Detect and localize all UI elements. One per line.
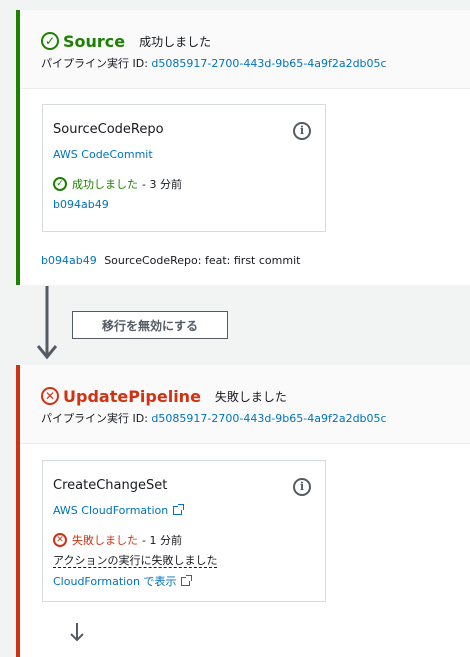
external-link-icon	[173, 504, 185, 515]
source-stage-header: ✓ Source 成功しました パイプライン実行 ID: d5085917-27…	[20, 10, 470, 89]
commit-message: SourceCodeRepo: feat: first commit	[104, 254, 301, 267]
action-status[interactable]: 失敗しました	[72, 532, 138, 548]
action-card-sourcecoderepo: SourceCodeRepo i AWS CodeCommit ✓ 成功しました…	[42, 104, 326, 232]
execution-id-row: パイプライン実行 ID: d5085917-2700-443d-9b65-4a9…	[41, 55, 470, 71]
commit-row: b094ab49 SourceCodeRepo: feat: first com…	[41, 254, 300, 267]
view-link-label: CloudFormation で表示	[53, 575, 177, 588]
transition-arrow-icon	[37, 286, 57, 360]
info-icon[interactable]: i	[293, 478, 311, 496]
action-time: - 3 分前	[142, 178, 182, 191]
action-error-message[interactable]: アクションの実行に失敗しました	[53, 552, 218, 568]
stage-status: 成功しました	[139, 34, 212, 49]
external-link-icon	[181, 575, 193, 586]
action-name: SourceCodeRepo	[53, 122, 164, 137]
execution-id-label: パイプライン実行 ID:	[41, 57, 148, 70]
action-card-createchangeset: CreateChangeSet i AWS CloudFormation ✕ 失…	[42, 460, 326, 602]
action-provider-label: AWS CloudFormation	[53, 504, 169, 517]
updatepipeline-stage-header: ✕ UpdatePipeline 失敗しました パイプライン実行 ID: d50…	[20, 365, 470, 444]
failed-x-icon: ✕	[53, 533, 67, 547]
error-text: アクションの実行に失敗しました	[53, 554, 218, 568]
action-status-row: ✓ 成功しました - 3 分前	[53, 176, 182, 192]
action-time: - 1 分前	[142, 534, 182, 547]
action-status[interactable]: 成功しました	[72, 176, 138, 192]
action-provider-link[interactable]: AWS CloudFormation	[53, 504, 185, 517]
view-in-cloudformation-link[interactable]: CloudFormation で表示	[53, 573, 193, 589]
execution-id-link[interactable]: d5085917-2700-443d-9b65-4a9f2a2db05c	[151, 412, 386, 425]
action-provider-link[interactable]: AWS CodeCommit	[53, 148, 153, 161]
success-check-icon: ✓	[41, 32, 59, 50]
disable-transition-button[interactable]: 移行を無効にする	[72, 311, 228, 339]
action-status-row: ✕ 失敗しました - 1 分前	[53, 532, 182, 548]
action-name: CreateChangeSet	[53, 478, 168, 493]
info-icon[interactable]: i	[293, 122, 311, 140]
stage-status: 失敗しました	[214, 389, 287, 404]
commit-id-link[interactable]: b094ab49	[41, 254, 97, 267]
updatepipeline-stage: ✕ UpdatePipeline 失敗しました パイプライン実行 ID: d50…	[16, 365, 470, 657]
execution-id-link[interactable]: d5085917-2700-443d-9b65-4a9f2a2db05c	[151, 57, 386, 70]
stage-name-updatepipeline[interactable]: UpdatePipeline	[63, 387, 201, 406]
down-arrow-icon	[70, 623, 84, 642]
execution-id-row: パイプライン実行 ID: d5085917-2700-443d-9b65-4a9…	[41, 410, 470, 426]
success-check-icon: ✓	[53, 177, 67, 191]
execution-id-label: パイプライン実行 ID:	[41, 412, 148, 425]
source-stage: ✓ Source 成功しました パイプライン実行 ID: d5085917-27…	[16, 10, 470, 285]
failed-x-icon: ✕	[41, 387, 59, 405]
revision-link[interactable]: b094ab49	[53, 198, 109, 211]
stage-name-source[interactable]: Source	[63, 32, 125, 51]
